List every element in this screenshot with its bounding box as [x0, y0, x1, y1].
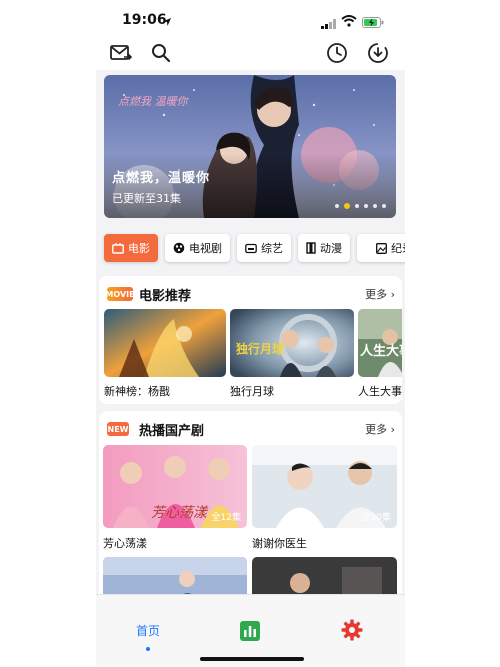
category-label: 电影 — [128, 242, 150, 255]
category-row: 电影 电视剧 综艺 动漫 纪录片 — [104, 234, 405, 262]
cellular-signal-icon — [321, 14, 337, 33]
drama-title[interactable]: 谢谢你医生 — [252, 535, 307, 551]
episode-count: 全12集 — [211, 513, 241, 523]
section-title: 电影推荐 — [139, 289, 192, 304]
drama-poster[interactable]: 芳心荡漾 全12集 — [103, 445, 247, 528]
home-indicator[interactable] — [200, 657, 304, 661]
download-icon[interactable] — [365, 40, 391, 66]
top-toolbar — [96, 40, 405, 70]
variety-icon — [245, 243, 257, 254]
category-tab[interactable]: 综艺 — [237, 234, 291, 262]
carousel-indicator[interactable] — [335, 203, 386, 209]
episode-count: 全30集 — [361, 513, 391, 523]
featured-banner[interactable]: 点燃我 温暖你 点燃我，温暖你 已更新至31集 — [104, 75, 396, 218]
category-label: 动漫 — [320, 242, 342, 255]
documentary-icon — [376, 242, 387, 254]
carousel-dot[interactable] — [335, 204, 339, 208]
battery-charging-icon — [362, 13, 384, 32]
movie-title[interactable]: 独行月球 — [230, 383, 274, 399]
more-link[interactable]: 更多 › — [365, 286, 395, 302]
message-icon[interactable] — [108, 40, 134, 66]
banner-title: 点燃我，温暖你 — [112, 171, 211, 186]
settings-gear-icon[interactable] — [341, 619, 363, 645]
category-tab[interactable]: 电视剧 — [165, 234, 230, 262]
active-tab-indicator — [146, 647, 150, 651]
carousel-dot[interactable] — [355, 204, 359, 208]
carousel-dot[interactable] — [364, 204, 368, 208]
category-label: 电视剧 — [189, 242, 222, 255]
status-time: 19:06 — [122, 12, 167, 28]
poster-title-art: 芳心荡漾 — [151, 505, 209, 521]
carousel-dot[interactable] — [344, 203, 350, 209]
movie-poster[interactable]: 独行月球 — [230, 309, 354, 377]
poster-title-art: 人生大事 — [360, 343, 402, 359]
history-clock-icon[interactable] — [324, 40, 350, 66]
movie-poster[interactable]: 人生大事 — [358, 309, 402, 377]
carousel-dot[interactable] — [373, 204, 377, 208]
category-label: 纪录片 — [391, 242, 405, 255]
drama-section: NEW 热播国产剧 更多 › 芳心荡漾 全12集 全30集 芳心荡漾 谢谢你医生 — [99, 411, 402, 601]
new-badge: NEW — [107, 422, 129, 436]
wifi-icon — [341, 12, 357, 31]
film-icon — [112, 242, 124, 254]
category-tab[interactable]: 电影 — [104, 234, 158, 262]
poster-title-art: 独行月球 — [235, 341, 285, 356]
app-screen: 19:06 点燃我 温暖你 点燃我，温暖你 已更新至31集 电影 电视剧 综艺 … — [96, 0, 405, 667]
anime-icon — [306, 242, 316, 254]
carousel-dot[interactable] — [382, 204, 386, 208]
movie-recommendation-section: MOVIE 电影推荐 更多 › 独行月球 人生大 新神榜：杨戬 独行月球 人生大… — [99, 276, 402, 404]
movie-title[interactable]: 人生大事 — [358, 383, 402, 399]
tab-home[interactable]: 首页 — [136, 622, 160, 639]
movie-title[interactable]: 新神榜：杨戬 — [104, 383, 170, 399]
search-icon[interactable] — [148, 40, 174, 66]
category-tab[interactable]: 纪录片 — [357, 234, 405, 262]
section-title: 热播国产剧 — [139, 424, 205, 439]
chart-icon[interactable] — [240, 621, 260, 645]
more-link[interactable]: 更多 › — [365, 421, 395, 437]
drama-title[interactable]: 芳心荡漾 — [103, 535, 147, 551]
banner-subtitle: 已更新至31集 — [112, 192, 181, 205]
category-tab[interactable]: 动漫 — [298, 234, 350, 262]
drama-poster[interactable]: 全30集 — [252, 445, 397, 528]
category-label: 综艺 — [261, 242, 283, 255]
banner-logo-text: 点燃我 温暖你 — [118, 95, 189, 108]
tv-icon — [173, 242, 185, 254]
status-bar: 19:06 — [96, 0, 405, 40]
movie-poster[interactable] — [104, 309, 226, 377]
movie-badge: MOVIE — [105, 287, 135, 301]
location-arrow-icon — [162, 12, 172, 31]
